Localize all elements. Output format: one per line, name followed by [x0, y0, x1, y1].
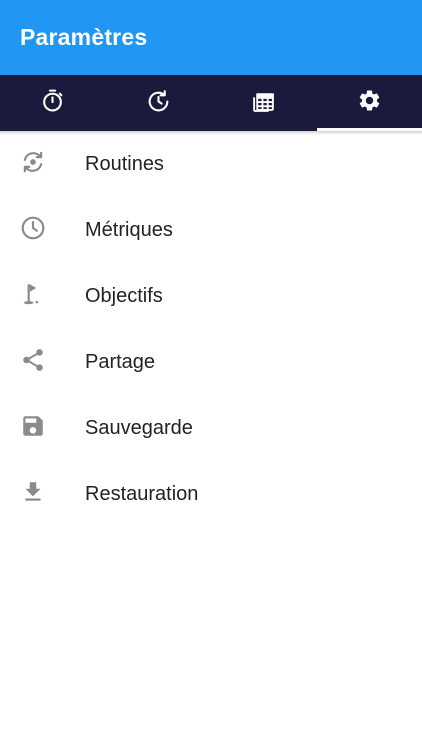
calendar-icon — [251, 88, 276, 118]
page-title: Paramètres — [20, 24, 148, 50]
download-icon — [20, 479, 46, 510]
menu-item-routines[interactable]: Routines — [0, 131, 422, 197]
menu-item-label: Restauration — [85, 482, 199, 505]
tab-calendar[interactable] — [211, 75, 317, 131]
timer-icon — [40, 88, 65, 118]
share-icon — [20, 347, 46, 378]
flag-icon — [20, 281, 46, 312]
tab-settings[interactable] — [316, 75, 422, 131]
menu-item-label: Partage — [85, 350, 156, 373]
history-icon — [146, 88, 171, 118]
menu-item-label: Routines — [85, 152, 164, 175]
save-icon — [20, 413, 46, 444]
tab-timer[interactable] — [0, 75, 106, 131]
menu-item-label: Métriques — [85, 218, 173, 241]
gear-icon — [357, 88, 382, 118]
active-tab-indicator — [316, 128, 422, 131]
routine-icon — [20, 149, 46, 180]
menu-item-restauration[interactable]: Restauration — [0, 461, 422, 527]
settings-menu: Routines Métriques Objectifs Partage Sau… — [0, 131, 422, 527]
menu-item-partage[interactable]: Partage — [0, 329, 422, 395]
app-bar: Paramètres — [0, 0, 422, 75]
clock-icon — [20, 215, 46, 246]
menu-item-objectifs[interactable]: Objectifs — [0, 263, 422, 329]
menu-item-metriques[interactable]: Métriques — [0, 197, 422, 263]
tab-history[interactable] — [106, 75, 212, 131]
menu-item-label: Objectifs — [85, 284, 163, 307]
menu-item-sauvegarde[interactable]: Sauvegarde — [0, 395, 422, 461]
menu-item-label: Sauvegarde — [85, 416, 193, 439]
tab-bar — [0, 75, 422, 131]
